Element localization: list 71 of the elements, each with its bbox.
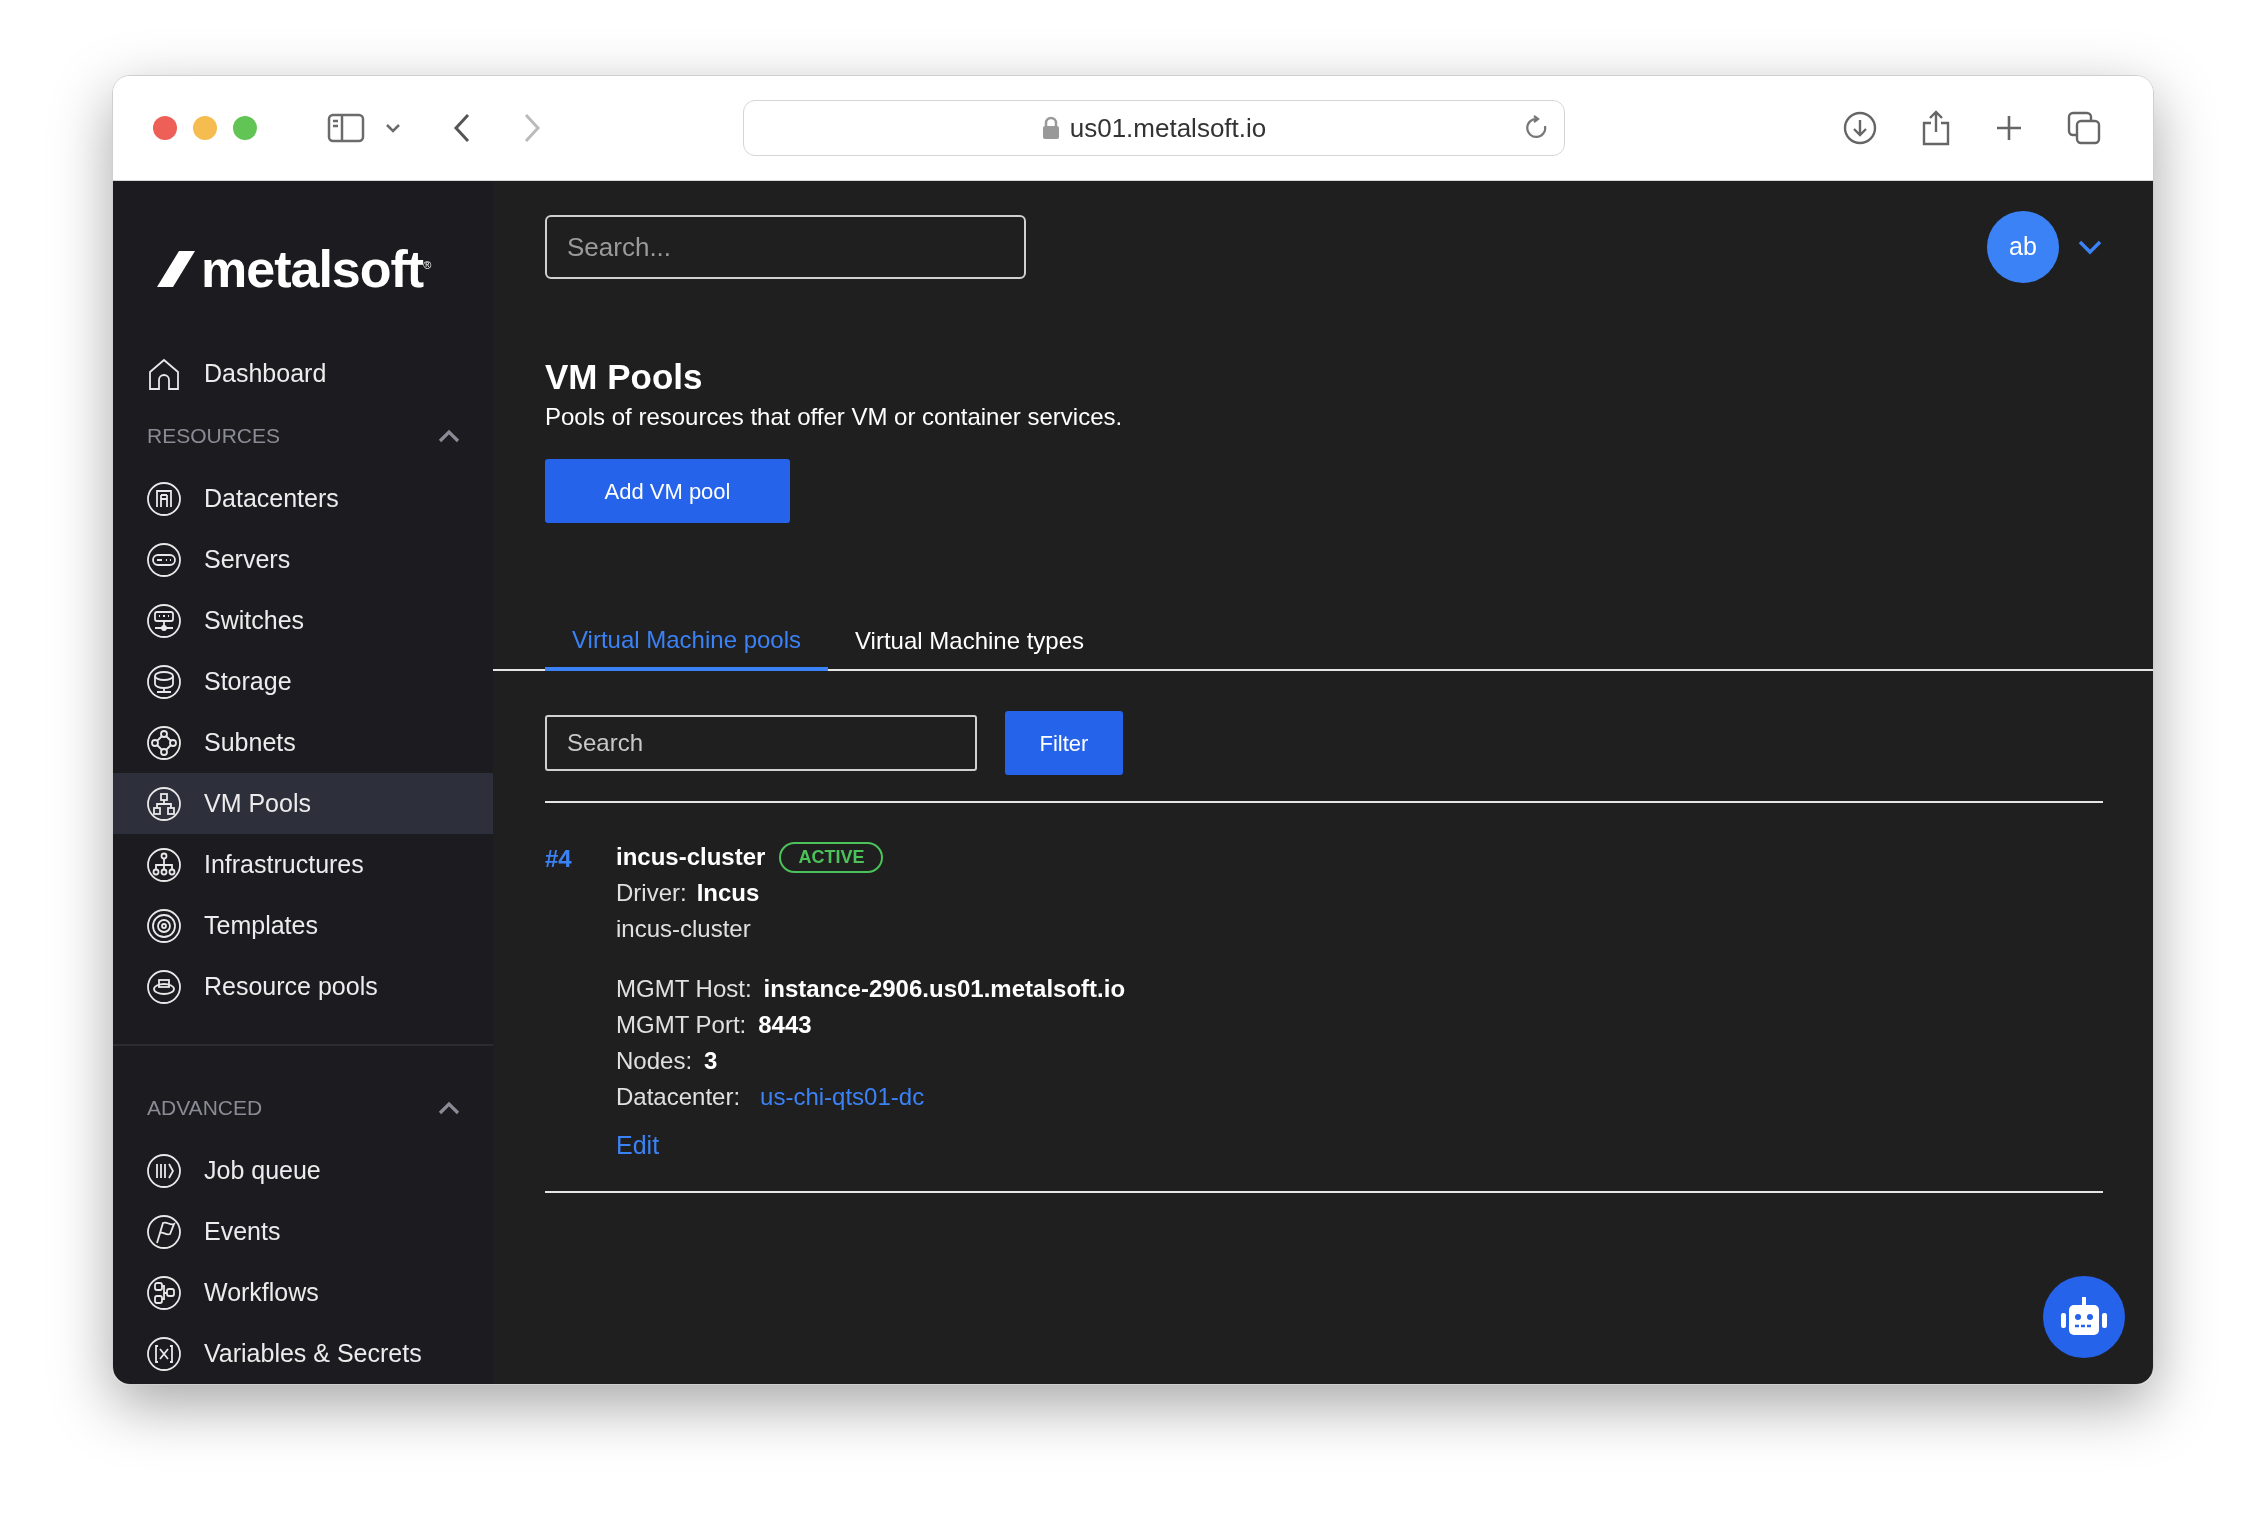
section-heading: ADVANCED (147, 1095, 263, 1122)
datacenter-link[interactable]: us-chi-qts01-dc (760, 1079, 925, 1115)
sidebar-item[interactable]: VM Pools (113, 773, 493, 834)
tab[interactable]: Virtual Machine types (828, 613, 1112, 669)
disc-icon (146, 907, 182, 944)
page-subtitle: Pools of resources that offer VM or container services. (545, 402, 1124, 432)
lock-icon (1041, 116, 1060, 140)
sidebar-item[interactable]: Infrastructures (113, 834, 493, 895)
filter-button[interactable]: Filter (1005, 711, 1123, 775)
sidebar-item[interactable]: Templates (113, 895, 493, 956)
field-label: MGMT Port: (616, 1010, 747, 1040)
section-heading: RESOURCES (147, 423, 281, 450)
sidebar-item[interactable]: Dashboard (113, 343, 493, 404)
sidebar-item[interactable]: Servers (113, 529, 493, 590)
network-icon (146, 724, 182, 761)
field-value: instance-2906.us01.metalsoft.io (763, 974, 1126, 1004)
page-title: VM Pools (545, 357, 704, 397)
pool-name: incus-cluster (616, 842, 766, 872)
close-window-button[interactable] (153, 116, 177, 140)
sidebar-item[interactable]: Resource pools (113, 956, 493, 1017)
chevron-up-icon[interactable] (438, 429, 460, 443)
download-icon[interactable] (1843, 111, 1877, 145)
sidebar-item[interactable]: Events (113, 1201, 493, 1262)
sidebar-item[interactable]: Storage (113, 651, 493, 712)
chevron-up-icon[interactable] (438, 1101, 460, 1115)
flag-icon (146, 1213, 182, 1250)
pool-icon (146, 968, 182, 1005)
tab[interactable]: Virtual Machine pools (545, 613, 829, 671)
sidebar-item[interactable]: Datacenters (113, 468, 493, 529)
edit-link[interactable]: Edit (616, 1127, 660, 1165)
field-label: MGMT Host: (616, 974, 752, 1004)
hierarchy-icon (146, 785, 182, 822)
queue-icon (146, 1152, 182, 1189)
logo-slash-icon (157, 251, 195, 287)
search-field[interactable]: Search (545, 715, 977, 771)
status-badge: ACTIVE (779, 841, 884, 873)
field-value: Incus (696, 878, 760, 908)
sidebar-item[interactable]: Subnets (113, 712, 493, 773)
pool-description: incus-cluster (616, 914, 752, 944)
field-value: 8443 (758, 1010, 812, 1040)
field-label: Driver: (616, 878, 687, 908)
field-value: 3 (704, 1046, 718, 1076)
field-label: Datacenter: (616, 1082, 741, 1112)
back-icon[interactable] (453, 113, 471, 143)
sidebar-item[interactable]: Switches (113, 590, 493, 651)
url-text: us01.metalsoft.io (1069, 111, 1267, 145)
tree-icon (146, 846, 182, 883)
add-vm-pool-button[interactable]: Add VM pool (545, 459, 790, 523)
plus-icon[interactable] (1995, 114, 2023, 142)
share-icon[interactable] (1921, 110, 1951, 146)
pool-id-link[interactable]: #4 (545, 839, 616, 1165)
tabs-overview-icon[interactable] (2067, 111, 2101, 145)
chevron-down-icon[interactable] (385, 123, 401, 133)
registered-mark: ® (423, 259, 432, 271)
server-icon (146, 541, 182, 578)
address-bar[interactable]: us01.metalsoft.io (743, 100, 1565, 156)
switch-icon (146, 602, 182, 639)
building-icon (146, 480, 182, 517)
variable-icon (146, 1335, 182, 1372)
sidebar-item[interactable]: Job queue (113, 1140, 493, 1201)
sidebar-item[interactable]: Workflows (113, 1262, 493, 1323)
workflow-icon (146, 1274, 182, 1311)
sidebar-item[interactable]: Variables & Secrets (113, 1323, 493, 1384)
robot-icon (2060, 1297, 2108, 1337)
field-label: Nodes: (616, 1046, 693, 1076)
chevron-down-icon[interactable] (2077, 239, 2103, 255)
sidebar-toggle-icon[interactable] (327, 113, 365, 143)
database-icon (146, 663, 182, 700)
logo-text: metalsoft (201, 243, 424, 295)
user-avatar[interactable]: ab (1987, 211, 2059, 283)
search-field[interactable]: Search... (545, 215, 1026, 279)
